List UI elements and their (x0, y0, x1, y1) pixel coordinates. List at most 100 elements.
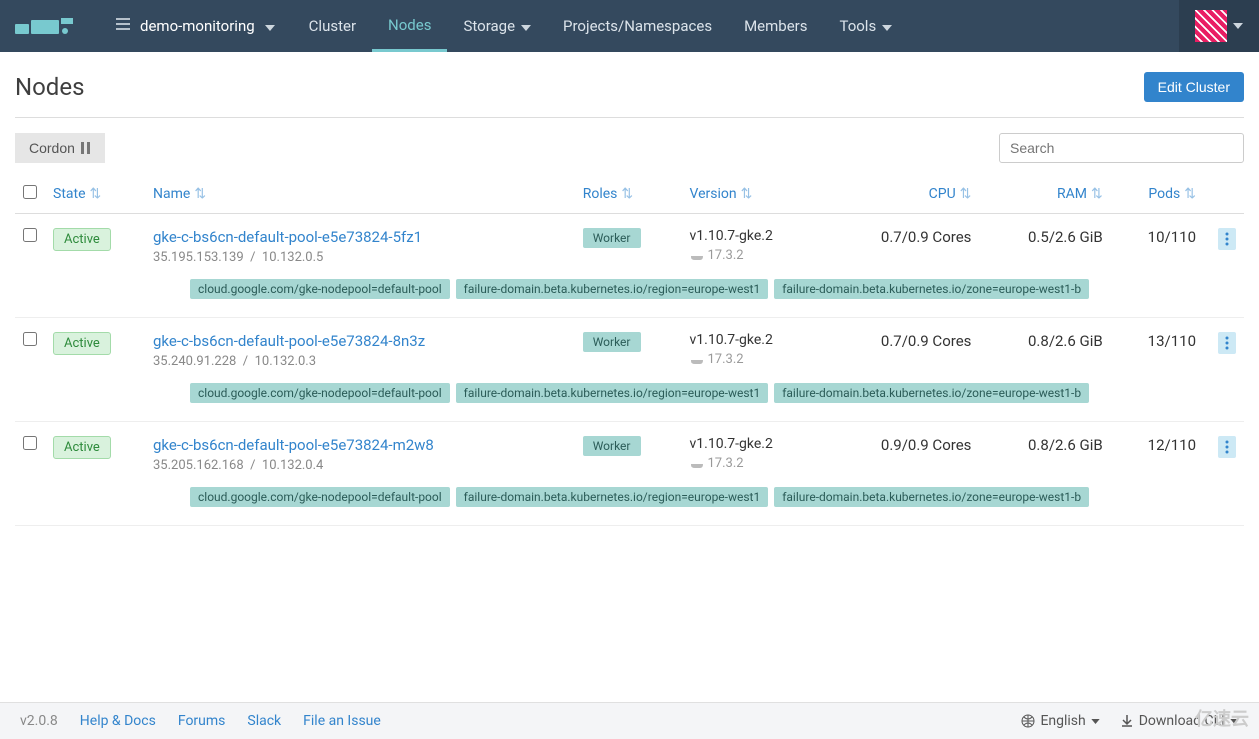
col-actions (1204, 175, 1244, 214)
nav-cluster[interactable]: Cluster (293, 0, 372, 52)
row-checkbox[interactable] (23, 332, 37, 346)
col-roles[interactable]: Roles⇅ (575, 175, 682, 214)
col-version[interactable]: Version⇅ (682, 175, 826, 214)
sort-icon: ⇅ (1184, 186, 1196, 202)
cordon-button[interactable]: Cordon (15, 133, 105, 163)
nav-nodes[interactable]: Nodes (372, 0, 447, 52)
state-badge: Active (53, 332, 111, 355)
node-label-tag: failure-domain.beta.kubernetes.io/zone=e… (774, 487, 1089, 507)
node-ips: 35.195.153.139 / 10.132.0.5 (153, 250, 567, 265)
chevron-down-icon (882, 17, 892, 35)
footer-file-issue[interactable]: File an Issue (303, 713, 381, 729)
table-row: Active gke-c-bs6cn-default-pool-e5e73824… (15, 422, 1244, 484)
footer-slack[interactable]: Slack (247, 713, 281, 729)
docker-version: 17.3.2 (690, 248, 818, 263)
top-navbar: demo-monitoring Cluster Nodes Storage Pr… (0, 0, 1259, 52)
divider (15, 117, 1244, 118)
nav-tools-label: Tools (839, 17, 876, 35)
node-label-tag: failure-domain.beta.kubernetes.io/zone=e… (774, 383, 1089, 403)
labels-row: cloud.google.com/gke-nodepool=default-po… (15, 483, 1244, 526)
nodes-table: State⇅ Name⇅ Roles⇅ Version⇅ CPU⇅ RAM⇅ P… (15, 175, 1244, 526)
stack-icon (116, 17, 130, 35)
row-actions-button[interactable] (1218, 228, 1236, 250)
row-checkbox[interactable] (23, 228, 37, 242)
node-name[interactable]: gke-c-bs6cn-default-pool-e5e73824-m2w8 (153, 436, 567, 454)
watermark: 亿速云 (1195, 705, 1249, 731)
sort-icon: ⇅ (194, 186, 206, 202)
node-ips: 35.240.91.228 / 10.132.0.3 (153, 354, 567, 369)
chevron-down-icon (1091, 719, 1100, 724)
col-cpu[interactable]: CPU⇅ (825, 175, 979, 214)
pause-icon (81, 142, 91, 154)
k8s-version: v1.10.7-gke.2 (690, 332, 818, 348)
row-actions-button[interactable] (1218, 332, 1236, 354)
download-icon (1120, 714, 1134, 728)
pods-value: 10/110 (1111, 214, 1204, 276)
role-badge: Worker (583, 332, 641, 352)
rancher-logo[interactable] (15, 11, 83, 41)
labels-row: cloud.google.com/gke-nodepool=default-po… (15, 379, 1244, 422)
node-name[interactable]: gke-c-bs6cn-default-pool-e5e73824-8n3z (153, 332, 567, 350)
nav-tools[interactable]: Tools (823, 0, 908, 52)
node-name[interactable]: gke-c-bs6cn-default-pool-e5e73824-5fz1 (153, 228, 567, 246)
node-label-tag: cloud.google.com/gke-nodepool=default-po… (190, 487, 450, 507)
chevron-down-icon (1233, 23, 1243, 29)
docker-icon (690, 355, 704, 365)
cluster-name: demo-monitoring (140, 17, 255, 35)
select-all-header[interactable] (15, 175, 45, 214)
col-ram[interactable]: RAM⇅ (979, 175, 1110, 214)
node-ips: 35.205.162.168 / 10.132.0.4 (153, 458, 567, 473)
avatar (1195, 10, 1227, 42)
edit-cluster-button[interactable]: Edit Cluster (1144, 72, 1244, 102)
footer-forums[interactable]: Forums (178, 713, 226, 729)
search-input[interactable] (999, 133, 1244, 163)
table-row: Active gke-c-bs6cn-default-pool-e5e73824… (15, 214, 1244, 276)
node-label-tag: failure-domain.beta.kubernetes.io/zone=e… (774, 279, 1089, 299)
col-name[interactable]: Name⇅ (145, 175, 575, 214)
sort-icon: ⇅ (621, 186, 633, 202)
node-label-tag: failure-domain.beta.kubernetes.io/region… (456, 487, 769, 507)
nav-projects[interactable]: Projects/Namespaces (547, 0, 728, 52)
main-nav: Cluster Nodes Storage Projects/Namespace… (293, 0, 1179, 52)
cpu-value: 0.9/0.9 Cores (825, 422, 979, 484)
cpu-value: 0.7/0.9 Cores (825, 318, 979, 380)
col-pods[interactable]: Pods⇅ (1111, 175, 1204, 214)
node-label-tag: cloud.google.com/gke-nodepool=default-po… (190, 383, 450, 403)
docker-version: 17.3.2 (690, 456, 818, 471)
row-actions-button[interactable] (1218, 436, 1236, 458)
docker-version: 17.3.2 (690, 352, 818, 367)
col-state[interactable]: State⇅ (45, 175, 145, 214)
language-selector[interactable]: English (1021, 713, 1099, 729)
docker-icon (690, 251, 704, 261)
footer-help[interactable]: Help & Docs (80, 713, 156, 729)
labels-row: cloud.google.com/gke-nodepool=default-po… (15, 275, 1244, 318)
chevron-down-icon (521, 17, 531, 35)
nav-storage-label: Storage (463, 17, 515, 35)
node-label-tag: cloud.google.com/gke-nodepool=default-po… (190, 279, 450, 299)
cordon-button-label: Cordon (29, 140, 75, 156)
footer: v2.0.8 Help & Docs Forums Slack File an … (0, 702, 1259, 739)
nav-storage[interactable]: Storage (447, 0, 547, 52)
role-badge: Worker (583, 228, 641, 248)
pods-value: 12/110 (1111, 422, 1204, 484)
chevron-down-icon (265, 17, 275, 35)
node-label-tag: failure-domain.beta.kubernetes.io/region… (456, 279, 769, 299)
sort-icon: ⇅ (90, 186, 102, 202)
row-checkbox[interactable] (23, 436, 37, 450)
k8s-version: v1.10.7-gke.2 (690, 228, 818, 244)
ram-value: 0.8/2.6 GiB (979, 318, 1110, 380)
page-header: Nodes Edit Cluster (15, 72, 1244, 102)
docker-icon (690, 459, 704, 469)
table-toolbar: Cordon (15, 133, 1244, 163)
page-content: Nodes Edit Cluster Cordon State⇅ Name⇅ R… (0, 52, 1259, 586)
user-menu[interactable] (1179, 0, 1259, 52)
select-all-checkbox[interactable] (23, 185, 37, 199)
cluster-selector[interactable]: demo-monitoring (98, 0, 293, 52)
node-label-tag: failure-domain.beta.kubernetes.io/region… (456, 383, 769, 403)
sort-icon: ⇅ (1091, 186, 1103, 202)
sort-icon: ⇅ (741, 186, 753, 202)
globe-icon (1021, 714, 1035, 728)
pods-value: 13/110 (1111, 318, 1204, 380)
nav-members[interactable]: Members (728, 0, 823, 52)
k8s-version: v1.10.7-gke.2 (690, 436, 818, 452)
